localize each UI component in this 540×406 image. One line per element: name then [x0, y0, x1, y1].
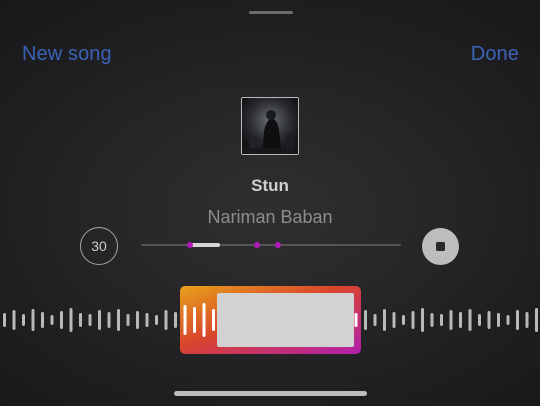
skip-30-button[interactable]: 30 — [80, 227, 118, 265]
waveform-bar — [497, 313, 500, 327]
waveform-bar — [459, 312, 462, 328]
new-song-button[interactable]: New song — [22, 43, 112, 66]
waveform-bar — [449, 310, 453, 330]
waveform-bar — [79, 313, 82, 327]
waveform-bar — [117, 309, 120, 331]
waveform-bar — [41, 312, 44, 328]
song-title: Stun — [251, 176, 289, 195]
waveform-bar — [383, 309, 386, 331]
waveform-bar — [440, 314, 443, 326]
waveform-bar — [411, 311, 415, 329]
waveform-bar — [22, 314, 25, 326]
song-artist: Nariman Baban — [207, 207, 333, 227]
waveform-bar — [392, 312, 396, 328]
progress-marker — [275, 242, 281, 248]
waveform-bar — [516, 310, 519, 330]
skip-30-label: 30 — [91, 238, 107, 254]
waveform-bar — [506, 315, 510, 325]
stop-icon — [436, 242, 445, 251]
waveform-bar — [183, 305, 187, 335]
waveform-bar — [107, 312, 111, 328]
waveform-bar — [468, 309, 472, 331]
waveform-bar — [354, 313, 358, 327]
waveform-bar — [145, 313, 149, 327]
waveform-bar — [364, 310, 367, 330]
waveform-bar — [373, 314, 377, 326]
waveform-bar — [60, 311, 63, 329]
waveform-bar — [193, 307, 196, 333]
waveform-bar — [3, 313, 6, 327]
selection-highlight — [217, 293, 354, 347]
waveform-bar — [88, 314, 92, 326]
waveform-trimmer[interactable] — [0, 284, 540, 356]
progress-marker — [254, 242, 260, 248]
progress-played — [189, 243, 220, 247]
waveform-bar — [155, 315, 158, 325]
waveform-bar — [487, 311, 491, 329]
waveform-bar — [202, 303, 206, 337]
album-artwork — [241, 97, 299, 155]
waveform-bar — [126, 314, 130, 326]
waveform-bar — [98, 310, 101, 330]
progress-marker — [187, 242, 193, 248]
waveform-bar — [430, 313, 434, 327]
waveform-bar — [50, 315, 54, 325]
waveform-bar — [164, 310, 168, 330]
waveform-bar — [212, 309, 215, 331]
sheet-grab-handle[interactable] — [249, 11, 293, 14]
stop-button[interactable] — [422, 228, 459, 265]
waveform-bar — [12, 310, 16, 330]
waveform-bar — [421, 308, 424, 332]
done-button[interactable]: Done — [471, 43, 519, 66]
waveform-bar — [478, 314, 481, 326]
waveform-bar — [525, 312, 529, 328]
waveform-bar — [136, 311, 139, 329]
home-indicator[interactable] — [174, 391, 367, 396]
waveform-bar — [535, 308, 538, 332]
waveform-bar — [402, 315, 405, 325]
waveform-bar — [174, 312, 177, 328]
waveform-bar — [31, 309, 35, 331]
progress-track[interactable] — [141, 242, 401, 248]
waveform-bar — [69, 308, 73, 332]
